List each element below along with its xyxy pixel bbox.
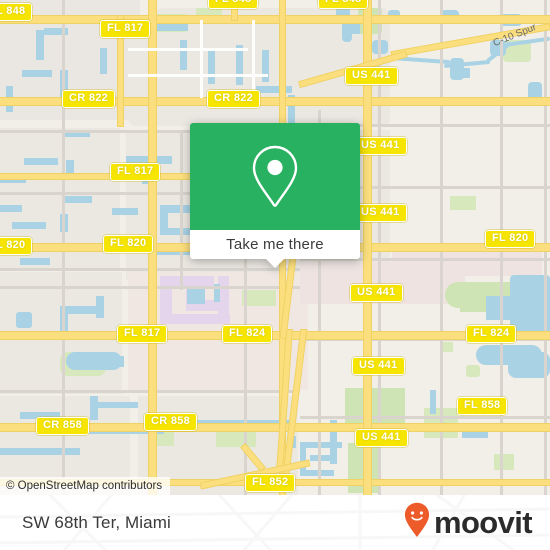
destination-popup-card[interactable]: Take me there <box>190 123 360 268</box>
institution-area <box>160 314 230 324</box>
road-shield[interactable]: FL 817 <box>110 163 161 181</box>
road-shield[interactable]: FL 820 <box>0 237 33 255</box>
local-street <box>200 20 203 98</box>
road-shield[interactable]: US 441 <box>354 137 407 155</box>
water-area <box>12 222 46 229</box>
water-area <box>60 306 98 314</box>
water-area <box>98 402 138 408</box>
water-area <box>430 390 436 414</box>
minor-road <box>300 416 550 419</box>
popup-footer[interactable]: Take me there <box>190 230 360 268</box>
map-pin-icon <box>247 142 303 212</box>
water-area <box>236 45 243 85</box>
road-shield[interactable]: US 441 <box>355 429 408 447</box>
road-shield[interactable]: FL 820 <box>485 230 536 248</box>
water-area <box>0 448 80 455</box>
water-area <box>24 158 58 165</box>
water-area <box>36 30 44 60</box>
road-shield[interactable]: FL 824 <box>222 325 273 343</box>
water-area <box>16 312 32 328</box>
road-shield[interactable]: CR 858 <box>36 417 90 435</box>
road-shield[interactable]: FL 848 <box>0 3 33 21</box>
road-shield[interactable]: FL 820 <box>103 235 154 253</box>
popup-header <box>190 123 360 230</box>
road-shield[interactable]: FL 817 <box>100 20 151 38</box>
water-area <box>160 205 168 229</box>
take-me-there-button[interactable]: Take me there <box>226 236 324 253</box>
map-attribution[interactable]: © OpenStreetMap contributors <box>0 477 171 495</box>
screenshot-root: FL 848 FL 848 FL 848 FL 817 CR 822 CR 822 US 4… <box>0 0 550 550</box>
road-shield[interactable]: FL 858 <box>457 397 508 415</box>
popup-pointer-tail <box>265 258 285 268</box>
park-area <box>242 290 276 306</box>
water-area <box>112 208 138 215</box>
water-area <box>0 205 22 212</box>
road-shield[interactable]: US 441 <box>352 357 405 375</box>
water-area <box>300 470 334 476</box>
water-area <box>208 50 215 84</box>
road-shield[interactable]: FL 852 <box>245 474 296 492</box>
water-area <box>187 288 205 304</box>
minor-road <box>180 130 183 290</box>
road-shield[interactable]: US 441 <box>354 204 407 222</box>
bottom-info-bar: SW 68th Ter, Miami moovit <box>0 495 550 550</box>
park-area <box>443 342 453 352</box>
map-canvas[interactable]: FL 848 FL 848 FL 848 FL 817 CR 822 CR 822 US 4… <box>0 0 550 495</box>
moovit-smiley-pin-icon <box>404 502 430 543</box>
road-shield[interactable]: US 441 <box>350 284 403 302</box>
water-area <box>180 40 187 70</box>
road-shield[interactable]: FL 824 <box>466 325 517 343</box>
highway-fl-848[interactable] <box>0 16 550 23</box>
water-area <box>62 196 92 203</box>
water-area <box>310 455 336 461</box>
lake-area <box>96 356 124 367</box>
road-shield[interactable]: FL 848 <box>318 0 369 9</box>
moovit-logo[interactable]: moovit <box>404 502 533 543</box>
water-area <box>256 86 292 93</box>
road-shield[interactable]: US 441 <box>345 67 398 85</box>
road-shield[interactable]: CR 858 <box>144 413 198 431</box>
place-title: SW 68th Ter, Miami <box>22 512 171 532</box>
road-shield[interactable]: CR 822 <box>62 90 116 108</box>
local-street <box>128 74 268 77</box>
park-area <box>466 365 480 377</box>
water-area <box>96 296 104 318</box>
local-street <box>128 48 248 51</box>
water-area <box>300 442 342 448</box>
water-area <box>352 22 360 34</box>
road-shield[interactable]: CR 822 <box>207 90 261 108</box>
moovit-wordmark: moovit <box>433 505 533 540</box>
local-street <box>252 20 255 98</box>
water-area <box>22 70 52 77</box>
water-area <box>262 50 269 82</box>
road-shield[interactable]: FL 848 <box>208 0 259 9</box>
park-area <box>494 454 514 470</box>
water-area <box>20 258 50 265</box>
road-shield[interactable]: FL 817 <box>117 325 168 343</box>
water-area <box>100 48 107 74</box>
water-area <box>90 396 98 420</box>
water-area <box>460 68 470 78</box>
water-area <box>462 430 488 438</box>
highway-vertical[interactable] <box>280 0 285 130</box>
park-area <box>450 196 476 210</box>
